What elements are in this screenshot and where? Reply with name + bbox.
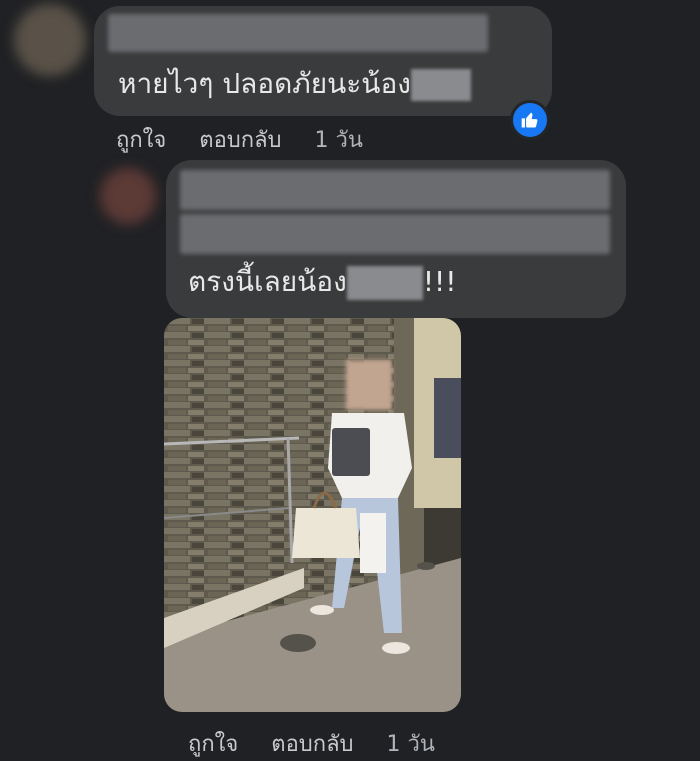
comment-text-suffix: !!! bbox=[422, 265, 457, 298]
comment-timestamp[interactable]: 1 วัน bbox=[387, 732, 435, 757]
comment-text-content: ตรงนี้เลยน้อง bbox=[188, 265, 347, 298]
redacted-name bbox=[410, 69, 471, 101]
comment-actions: ถูกใจ ตอบกลับ 1 วัน bbox=[116, 122, 389, 157]
comment-text-content: หายไวๆ ปลอดภัยนะน้อง bbox=[118, 67, 411, 100]
comment-timestamp[interactable]: 1 วัน bbox=[315, 128, 363, 153]
commenter-avatar[interactable] bbox=[14, 4, 86, 76]
commenter-name-blurred[interactable] bbox=[180, 170, 610, 210]
reply-link[interactable]: ตอบกลับ bbox=[199, 128, 281, 153]
comment-text: ตรงนี้เลยน้อง!!! bbox=[188, 264, 457, 300]
comment-photo[interactable] bbox=[164, 318, 461, 712]
comment-actions: ถูกใจ ตอบกลับ 1 วัน bbox=[188, 726, 461, 761]
comment-text-blurred bbox=[180, 214, 610, 254]
commenter-avatar[interactable] bbox=[100, 168, 156, 224]
photo-image bbox=[164, 318, 461, 712]
reply-link[interactable]: ตอบกลับ bbox=[271, 732, 353, 757]
like-link[interactable]: ถูกใจ bbox=[116, 128, 166, 153]
like-link[interactable]: ถูกใจ bbox=[188, 732, 238, 757]
thumbs-up-icon bbox=[521, 112, 538, 128]
comment-text: หายไวๆ ปลอดภัยนะน้อง bbox=[118, 66, 471, 102]
commenter-name-blurred[interactable] bbox=[108, 14, 488, 52]
redacted-name bbox=[346, 266, 423, 300]
like-reaction-badge[interactable] bbox=[510, 100, 550, 140]
